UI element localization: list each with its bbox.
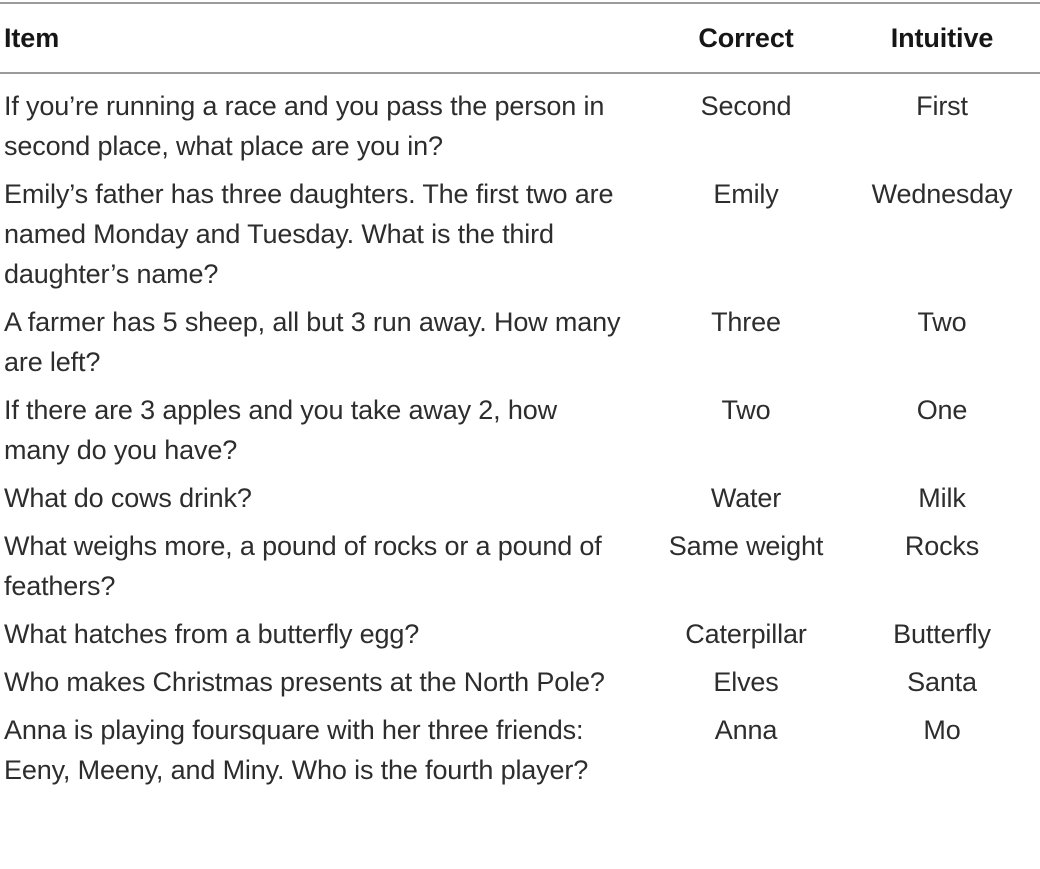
cell-intuitive-answer: One: [916, 395, 968, 425]
column-header-intuitive: Intuitive: [890, 22, 994, 53]
cell-correct-answer: Emily: [713, 179, 779, 209]
column-header-correct: Correct: [698, 22, 794, 53]
table-row: Who makes Christmas presents at the Nort…: [0, 662, 1040, 710]
cell-correct-answer: Second: [700, 91, 792, 121]
cell-intuitive-answer: Butterfly: [893, 619, 991, 649]
cell-item: Who makes Christmas presents at the Nort…: [4, 667, 605, 697]
cell-intuitive-answer: Wednesday: [871, 179, 1013, 209]
cell-intuitive-answer: Rocks: [904, 531, 980, 561]
cell-item: If there are 3 apples and you take away …: [4, 395, 557, 465]
cell-item: What weighs more, a pound of rocks or a …: [4, 531, 602, 601]
table-row: A farmer has 5 sheep, all but 3 run away…: [0, 302, 1040, 390]
cell-intuitive-answer: Santa: [907, 667, 977, 697]
table-row: If you’re running a race and you pass th…: [0, 74, 1040, 174]
table-body: If you’re running a race and you pass th…: [0, 74, 1040, 798]
cell-item: If you’re running a race and you pass th…: [4, 91, 605, 161]
cell-correct-answer: Two: [721, 395, 771, 425]
cell-intuitive-answer: Milk: [918, 483, 966, 513]
cell-correct-answer: Three: [711, 307, 781, 337]
cell-correct-answer: Elves: [713, 667, 779, 697]
cell-correct-answer: Anna: [714, 715, 778, 745]
comparison-table: Item Correct Intuitive: [0, 4, 1040, 72]
cell-correct-answer: Caterpillar: [685, 619, 807, 649]
cell-intuitive-answer: Two: [917, 307, 967, 337]
cell-intuitive-answer: First: [916, 91, 968, 121]
comparison-table-body: If you’re running a race and you pass th…: [0, 74, 1040, 798]
cell-intuitive-answer: Mo: [923, 715, 961, 745]
table-row: What hatches from a butterfly egg? Caterp…: [0, 614, 1040, 662]
cell-item: What hatches from a butterfly egg?: [4, 619, 420, 649]
cell-correct-answer: Same weight: [668, 531, 824, 561]
column-header-item: Item: [4, 22, 60, 53]
table-row: What weighs more, a pound of rocks or a …: [0, 526, 1040, 614]
table-row: Anna is playing foursquare with her thre…: [0, 710, 1040, 798]
table-row: What do cows drink? Water Milk: [0, 478, 1040, 526]
table-row: If there are 3 apples and you take away …: [0, 390, 1040, 478]
cell-item: A farmer has 5 sheep, all but 3 run away…: [4, 307, 621, 377]
table-header-row: Item Correct Intuitive: [0, 4, 1040, 72]
cell-item: Emily’s father has three daughters. The …: [4, 179, 614, 289]
cell-item: What do cows drink?: [4, 483, 252, 513]
table-container: Item Correct Intuitive If you’re running…: [0, 2, 1040, 798]
table-header: Item Correct Intuitive: [0, 4, 1040, 72]
table-row: Emily’s father has three daughters. The …: [0, 174, 1040, 302]
cell-correct-answer: Water: [710, 483, 782, 513]
cell-item: Anna is playing foursquare with her thre…: [4, 715, 589, 785]
